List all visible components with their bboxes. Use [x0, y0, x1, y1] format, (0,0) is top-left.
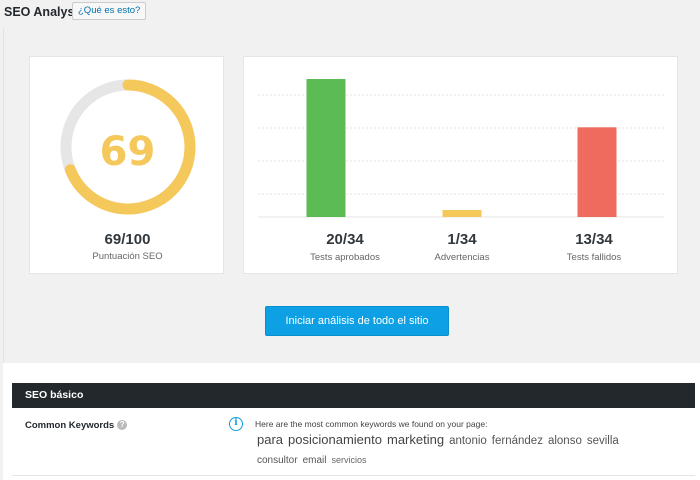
seo-score-card: 69 69/100 Puntuación SEO	[29, 56, 224, 274]
warnings-value: 1/34	[447, 231, 477, 248]
bar-tests-passed	[306, 79, 346, 217]
start-site-analysis-button[interactable]: Iniciar análisis de todo el sitio	[265, 306, 449, 336]
passed-value: 20/34	[326, 231, 364, 248]
common-keywords-description: Here are the most common keywords we fou…	[255, 419, 488, 429]
keyword-item: antonio	[449, 435, 487, 447]
whats-this-link[interactable]: ¿Qué es esto?	[72, 2, 147, 20]
failed-stat: 13/34 Tests fallidos	[529, 231, 659, 263]
warnings-stat: 1/34 Advertencias	[397, 231, 527, 263]
common-keywords-label: Common Keywords	[25, 420, 115, 431]
test-results-chart	[258, 79, 664, 218]
passed-label: Tests aprobados	[310, 252, 380, 263]
bar-tests-failed	[577, 127, 617, 217]
failed-label: Tests fallidos	[566, 252, 622, 263]
score-total: 69/100	[104, 231, 151, 248]
keyword-item: email	[302, 455, 327, 466]
top-bar: SEO Analysis ¿Qué es esto?	[0, 0, 700, 28]
keyword-item: alonso	[547, 435, 582, 447]
help-icon[interactable]: ?	[117, 420, 128, 431]
failed-value: 13/34	[575, 231, 613, 248]
common-keywords-label-wrap: Common Keywords?	[25, 420, 128, 431]
keyword-item: servicios	[331, 455, 367, 465]
keyword-item: sevilla	[586, 435, 619, 447]
keyword-item: consultor	[257, 455, 298, 466]
test-results-card: 20/34 Tests aprobados 1/34 Advertencias …	[243, 56, 678, 274]
keyword-item: marketing	[386, 432, 445, 447]
score-value: 69	[99, 129, 156, 175]
section-header-basic-seo: SEO básico	[12, 383, 695, 408]
keyword-cloud: para posicionamiento marketing antonio ferná…	[257, 431, 657, 469]
info-icon: i	[229, 417, 243, 431]
passed-stat: 20/34 Tests aprobados	[280, 231, 410, 263]
keyword-item: para	[257, 432, 284, 447]
keyword-item: posicionamiento	[288, 432, 382, 447]
keyword-item: fernández	[491, 435, 543, 447]
common-keywords-row: Common Keywords? i Here are the most com…	[12, 408, 695, 476]
score-label: Puntuación SEO	[92, 251, 163, 262]
bar-warnings	[442, 210, 482, 217]
warnings-label: Advertencias	[434, 252, 490, 263]
